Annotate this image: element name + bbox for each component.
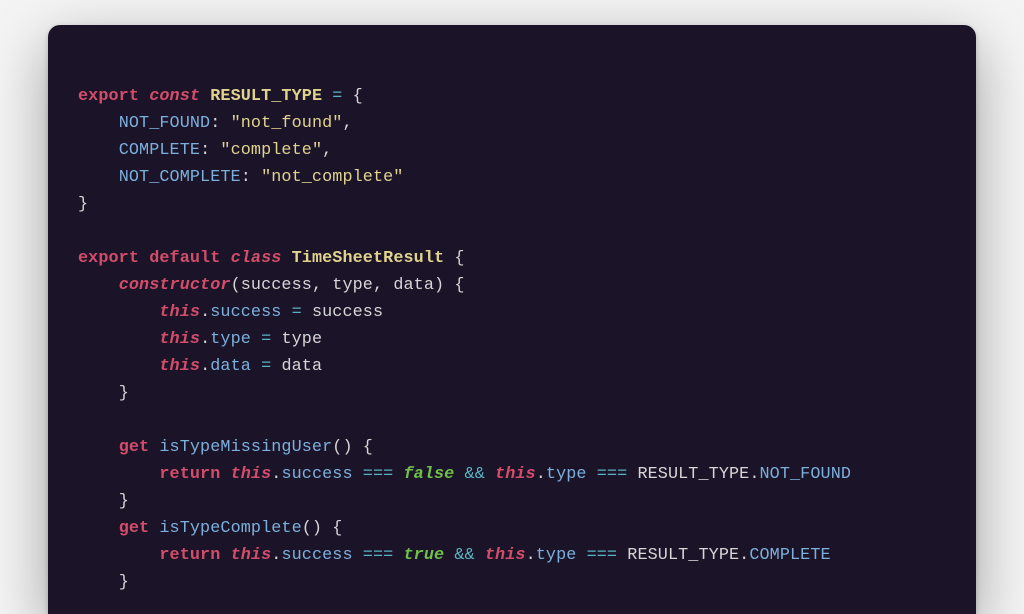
keyword-this: this [159, 357, 200, 376]
prop-not-found: NOT_FOUND [119, 114, 211, 133]
operator-strict-eq: === [587, 465, 638, 484]
prop-complete: COMPLETE [119, 141, 200, 160]
ref-type: type [281, 330, 322, 349]
operator-and: && [444, 546, 485, 565]
keyword-export: export [78, 87, 139, 106]
brace-open: { [454, 276, 464, 295]
getter-istypecomplete: isTypeComplete [159, 519, 301, 538]
member-data: data [210, 357, 251, 376]
brace-close: } [119, 384, 129, 403]
keyword-default: default [149, 249, 220, 268]
keyword-return: return [159, 546, 220, 565]
param-success: success [241, 276, 312, 295]
keyword-return: return [159, 465, 220, 484]
prop-not-complete: NOT_COMPLETE [119, 168, 241, 187]
keyword-this: this [159, 330, 200, 349]
const-result-type: RESULT_TYPE [210, 87, 322, 106]
keyword-this: this [231, 465, 272, 484]
member-type: type [546, 465, 587, 484]
keyword-class: class [231, 249, 282, 268]
member-success: success [210, 303, 281, 322]
member-not-found: NOT_FOUND [760, 465, 852, 484]
keyword-get: get [119, 438, 150, 457]
keyword-export: export [78, 249, 139, 268]
brace-open: { [363, 438, 373, 457]
member-type: type [210, 330, 251, 349]
literal-false: false [404, 465, 455, 484]
brace-close: } [119, 492, 129, 511]
operator-and: && [454, 465, 495, 484]
code-editor-window: export const RESULT_TYPE = { NOT_FOUND: … [48, 25, 976, 614]
keyword-this: this [495, 465, 536, 484]
operator-assign: = [281, 303, 312, 322]
member-complete: COMPLETE [749, 546, 830, 565]
brace-close: } [119, 573, 129, 592]
brace-open: { [353, 87, 363, 106]
keyword-constructor: constructor [119, 276, 231, 295]
keyword-this: this [231, 546, 272, 565]
operator-strict-eq: === [353, 546, 404, 565]
brace-open: { [332, 519, 342, 538]
operator-assign: = [251, 357, 282, 376]
keyword-const: const [149, 87, 200, 106]
keyword-get: get [119, 519, 150, 538]
operator-assign: = [322, 87, 353, 106]
param-type: type [332, 276, 373, 295]
ref-success: success [312, 303, 383, 322]
keyword-this: this [159, 303, 200, 322]
brace-open: { [454, 249, 464, 268]
operator-strict-eq: === [576, 546, 627, 565]
member-type: type [536, 546, 577, 565]
class-timesheetresult: TimeSheetResult [292, 249, 445, 268]
brace-close: } [78, 195, 88, 214]
operator-strict-eq: === [353, 465, 404, 484]
ref-result-type: RESULT_TYPE [627, 546, 739, 565]
operator-assign: = [251, 330, 282, 349]
string-not-complete: "not_complete" [261, 168, 403, 187]
ref-result-type: RESULT_TYPE [637, 465, 749, 484]
param-data: data [393, 276, 434, 295]
string-complete: "complete" [220, 141, 322, 160]
literal-true: true [404, 546, 445, 565]
getter-istypemissinguser: isTypeMissingUser [159, 438, 332, 457]
code-content[interactable]: export const RESULT_TYPE = { NOT_FOUND: … [48, 25, 976, 614]
member-success: success [281, 546, 352, 565]
ref-data: data [281, 357, 322, 376]
member-success: success [281, 465, 352, 484]
keyword-this: this [485, 546, 526, 565]
string-not-found: "not_found" [231, 114, 343, 133]
